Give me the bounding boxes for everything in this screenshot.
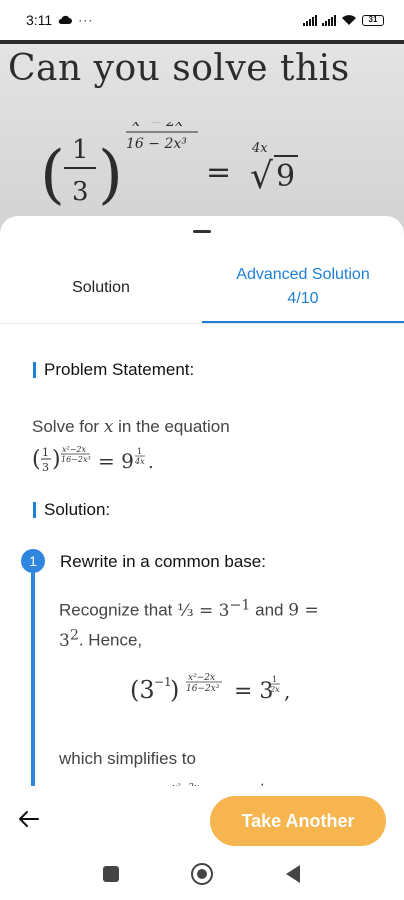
tab-advanced-counter: 4/10 [287,289,319,307]
svg-text:1: 1 [272,675,277,684]
photo-radical: √ [250,156,273,197]
step-number-badge: 1 [21,549,45,573]
tab-advanced-label: Advanced Solution [236,265,370,283]
svg-text:16−2x³: 16−2x³ [61,455,91,464]
take-another-button[interactable]: Take Another [210,796,386,846]
photo-exp-num: x² − 2x [132,122,183,130]
bottom-action-bar: Take Another [0,786,404,854]
svg-text:,: , [284,679,290,703]
svg-text:= 3: = 3 [234,679,273,704]
svg-text:(3: (3 [130,676,155,704]
svg-text:.: . [148,452,154,473]
arrow-left-icon [19,811,39,827]
photo-exp-den: 16 − 2x³ [126,136,187,152]
status-time: 3:11 [26,12,53,28]
tab-solution[interactable]: Solution [0,252,202,324]
photo-question-text: Can you solve this [8,48,350,89]
svg-text:x²−2x: x²−2x [62,445,87,454]
svg-text:2x: 2x [269,685,280,694]
back-button[interactable] [14,804,44,834]
svg-text:): ) [170,676,179,704]
svg-text:(: ( [32,447,41,472]
svg-text:1: 1 [137,447,142,456]
status-bar: 3:11 ··· 31 [0,0,404,40]
svg-text:): ) [98,138,123,212]
svg-text:1: 1 [42,446,49,459]
photo-equals: = [206,155,231,190]
problem-equation: ( 1 3 ) x²−2x 16−2x³ = 9 1 4x . [32,445,154,474]
photo-radicand: 9 [276,159,295,194]
photo-base-num: 1 [72,135,89,165]
step-equation: (3 −1 ) x²−2x 16−2x³ = 3 1 2x , [130,673,290,704]
step-timeline [31,573,35,794]
photo-base-den: 3 [72,177,89,207]
svg-text:x²−2x: x²−2x [188,673,215,683]
step-title: Rewrite in a common base: [60,552,266,571]
nav-back-icon[interactable] [286,865,300,883]
tab-solution-label: Solution [72,279,130,296]
svg-text:): ) [52,447,61,472]
solution-content[interactable]: Problem Statement: Solve for x in the eq… [0,324,404,794]
svg-text:16−2x³: 16−2x³ [186,684,220,694]
svg-text:= 9: = 9 [98,449,134,473]
step-text-line2: 32. Hence, [59,627,143,651]
step-text-line3: which simplifies to [59,749,196,768]
signal-icon [322,14,336,26]
tab-advanced-solution[interactable]: Advanced Solution 4/10 [202,252,404,324]
wifi-icon [342,15,356,25]
solution-heading: Solution: [33,500,110,520]
problem-text: Solve for x in the equation [32,417,230,437]
drag-handle[interactable] [193,230,211,233]
problem-photo: Can you solve this ( 1 3 ) x² − 2x 16 − … [0,40,404,240]
svg-text:(: ( [40,138,65,212]
recents-icon[interactable] [103,866,119,882]
signal-icon [303,14,317,26]
svg-text:3: 3 [42,461,49,474]
solution-tabs: Solution Advanced Solution 4/10 [0,252,404,324]
home-icon[interactable] [191,863,213,885]
cloud-icon [58,15,73,24]
battery-icon: 31 [362,14,384,26]
problem-heading: Problem Statement: [33,360,194,380]
svg-text:4x: 4x [134,457,145,466]
system-nav-bar [0,854,404,900]
more-icon: ··· [78,13,94,27]
photo-root-index: 4x [251,141,268,156]
